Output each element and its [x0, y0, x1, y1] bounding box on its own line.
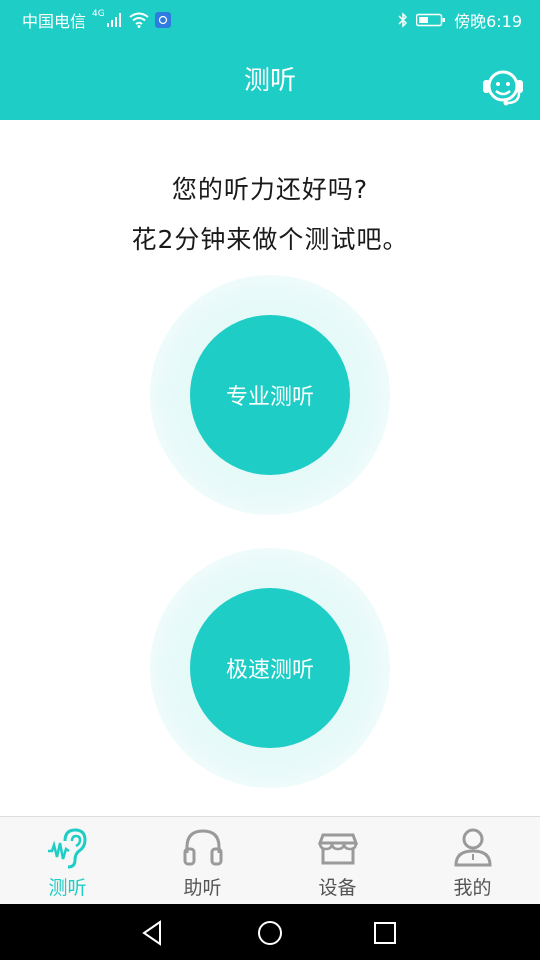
nav-item-mine[interactable]: 我的 — [405, 817, 540, 905]
ear-icon — [48, 828, 87, 869]
professional-test-halo: 专业测听 — [150, 275, 390, 515]
store-icon — [317, 833, 359, 865]
status-time: 傍晚6:19 — [454, 12, 522, 31]
system-nav-bar — [0, 904, 540, 960]
status-right: 傍晚6:19 — [398, 8, 522, 32]
nav-label: 测听 — [48, 877, 87, 899]
signal-icon — [106, 13, 121, 27]
professional-test-button[interactable]: 专业测听 — [190, 315, 350, 475]
nav-label: 我的 — [453, 877, 492, 899]
status-left: 中国电信 4G — [22, 8, 171, 32]
bluetooth-icon — [398, 12, 408, 28]
wifi-icon — [129, 12, 149, 28]
home-icon[interactable] — [255, 918, 285, 948]
quick-test-button[interactable]: 极速测听 — [190, 588, 350, 748]
app-notification-icon — [154, 12, 171, 28]
customer-service-button[interactable] — [480, 66, 526, 108]
headphones-icon — [183, 829, 223, 866]
nav-item-hearing-test[interactable]: 测听 — [0, 817, 135, 905]
bottom-nav: 测听 助听 设备 我的 — [0, 816, 540, 904]
headline-question: 您的听力还好吗? — [171, 175, 369, 204]
nav-label: 助听 — [183, 877, 222, 899]
status-bar: 中国电信 4G 傍晚6:19 — [0, 0, 540, 38]
battery-icon — [416, 13, 446, 27]
nav-item-device[interactable]: 设备 — [270, 817, 405, 905]
nav-label: 设备 — [318, 877, 357, 899]
quick-test-halo: 极速测听 — [150, 548, 390, 788]
back-icon[interactable] — [138, 918, 168, 948]
user-icon — [454, 828, 492, 867]
carrier-name: 中国电信 — [22, 12, 87, 31]
page-title: 测听 — [243, 66, 296, 96]
headline-invite: 花2分钟来做个测试吧。 — [131, 225, 409, 254]
nav-item-hearing-aid[interactable]: 助听 — [135, 817, 270, 905]
customer-service-icon — [483, 70, 523, 106]
network-type: 4G — [92, 9, 105, 19]
app-header: 测听 — [0, 38, 540, 120]
recent-apps-icon[interactable] — [370, 918, 400, 948]
main-content: 您的听力还好吗? 花2分钟来做个测试吧。 专业测听 极速测听 — [0, 120, 540, 816]
